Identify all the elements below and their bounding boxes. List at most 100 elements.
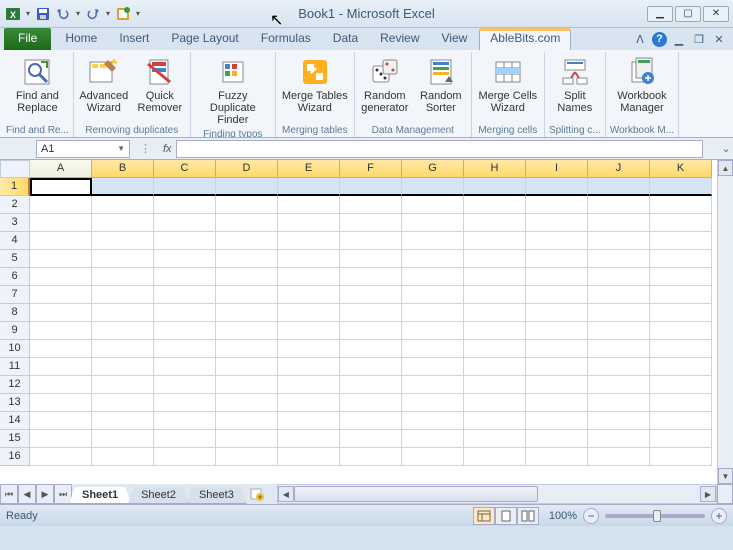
cell-K12[interactable]: [650, 376, 712, 394]
cell-H10[interactable]: [464, 340, 526, 358]
cell-B6[interactable]: [92, 268, 154, 286]
cell-J13[interactable]: [588, 394, 650, 412]
cell-F10[interactable]: [340, 340, 402, 358]
cell-H3[interactable]: [464, 214, 526, 232]
cell-F16[interactable]: [340, 448, 402, 466]
cell-D3[interactable]: [216, 214, 278, 232]
tab-review[interactable]: Review: [370, 28, 429, 50]
cell-B3[interactable]: [92, 214, 154, 232]
fx-icon[interactable]: fx: [159, 143, 176, 155]
cell-F9[interactable]: [340, 322, 402, 340]
cell-D1[interactable]: [216, 178, 278, 196]
cell-D4[interactable]: [216, 232, 278, 250]
cell-I12[interactable]: [526, 376, 588, 394]
cell-H6[interactable]: [464, 268, 526, 286]
scroll-right-button[interactable]: ▶: [700, 486, 716, 502]
select-all-corner[interactable]: [0, 160, 30, 178]
cell-C16[interactable]: [154, 448, 216, 466]
cell-K6[interactable]: [650, 268, 712, 286]
cell-E4[interactable]: [278, 232, 340, 250]
cell-D16[interactable]: [216, 448, 278, 466]
cell-E8[interactable]: [278, 304, 340, 322]
cell-B14[interactable]: [92, 412, 154, 430]
cell-F15[interactable]: [340, 430, 402, 448]
cell-B8[interactable]: [92, 304, 154, 322]
cell-F5[interactable]: [340, 250, 402, 268]
cell-B1[interactable]: [92, 178, 154, 196]
cell-C15[interactable]: [154, 430, 216, 448]
cell-K2[interactable]: [650, 196, 712, 214]
doc-close-icon[interactable]: ✕: [711, 31, 727, 47]
cell-I7[interactable]: [526, 286, 588, 304]
expand-formula-bar-icon[interactable]: ⌄: [719, 142, 733, 155]
cell-D7[interactable]: [216, 286, 278, 304]
qat-customize-arrow[interactable]: ▾: [134, 5, 142, 23]
tab-home[interactable]: Home: [55, 28, 107, 50]
cell-J1[interactable]: [588, 178, 650, 196]
cell-F13[interactable]: [340, 394, 402, 412]
excel-menu-arrow[interactable]: ▾: [24, 5, 32, 23]
cell-A6[interactable]: [30, 268, 92, 286]
cell-G11[interactable]: [402, 358, 464, 376]
column-header-B[interactable]: B: [92, 160, 154, 178]
cell-E10[interactable]: [278, 340, 340, 358]
cell-I6[interactable]: [526, 268, 588, 286]
row-header-1[interactable]: 1: [0, 178, 30, 196]
formula-input[interactable]: [176, 140, 703, 158]
cell-B2[interactable]: [92, 196, 154, 214]
cell-I11[interactable]: [526, 358, 588, 376]
cell-K15[interactable]: [650, 430, 712, 448]
cell-C6[interactable]: [154, 268, 216, 286]
cell-G9[interactable]: [402, 322, 464, 340]
cell-C5[interactable]: [154, 250, 216, 268]
help-icon[interactable]: ?: [652, 32, 667, 47]
horizontal-scrollbar[interactable]: ◀ ▶: [277, 484, 717, 504]
cell-D14[interactable]: [216, 412, 278, 430]
cell-G2[interactable]: [402, 196, 464, 214]
column-header-F[interactable]: F: [340, 160, 402, 178]
cell-B10[interactable]: [92, 340, 154, 358]
cell-E13[interactable]: [278, 394, 340, 412]
cell-C14[interactable]: [154, 412, 216, 430]
ribbon-button-mergecells[interactable]: Merge CellsWizard: [476, 54, 540, 116]
cell-G7[interactable]: [402, 286, 464, 304]
cell-A8[interactable]: [30, 304, 92, 322]
cell-G8[interactable]: [402, 304, 464, 322]
column-header-K[interactable]: K: [650, 160, 712, 178]
cell-A7[interactable]: [30, 286, 92, 304]
cell-F6[interactable]: [340, 268, 402, 286]
ribbon-button-mergetables[interactable]: Merge TablesWizard: [280, 54, 350, 116]
cell-D13[interactable]: [216, 394, 278, 412]
cell-I13[interactable]: [526, 394, 588, 412]
cell-C8[interactable]: [154, 304, 216, 322]
cell-J12[interactable]: [588, 376, 650, 394]
scroll-left-button[interactable]: ◀: [278, 486, 294, 502]
row-header-15[interactable]: 15: [0, 430, 30, 448]
cell-K9[interactable]: [650, 322, 712, 340]
cell-J4[interactable]: [588, 232, 650, 250]
cell-G13[interactable]: [402, 394, 464, 412]
cell-I1[interactable]: [526, 178, 588, 196]
sheet-nav-prev[interactable]: ◀: [18, 484, 36, 504]
scroll-up-button[interactable]: ▲: [718, 160, 733, 176]
cell-J14[interactable]: [588, 412, 650, 430]
cell-J10[interactable]: [588, 340, 650, 358]
column-header-E[interactable]: E: [278, 160, 340, 178]
cell-H5[interactable]: [464, 250, 526, 268]
cell-C13[interactable]: [154, 394, 216, 412]
row-header-9[interactable]: 9: [0, 322, 30, 340]
row-header-12[interactable]: 12: [0, 376, 30, 394]
cell-E3[interactable]: [278, 214, 340, 232]
cell-F4[interactable]: [340, 232, 402, 250]
cell-I14[interactable]: [526, 412, 588, 430]
ribbon-button-advanced[interactable]: AdvancedWizard: [78, 54, 130, 116]
hscroll-thumb[interactable]: [294, 486, 538, 502]
cell-H7[interactable]: [464, 286, 526, 304]
cell-F1[interactable]: [340, 178, 402, 196]
cell-I9[interactable]: [526, 322, 588, 340]
scroll-down-button[interactable]: ▼: [718, 468, 733, 484]
redo-arrow[interactable]: ▾: [104, 5, 112, 23]
cell-J2[interactable]: [588, 196, 650, 214]
file-tab[interactable]: File: [4, 28, 51, 50]
cells-area[interactable]: [30, 178, 717, 484]
